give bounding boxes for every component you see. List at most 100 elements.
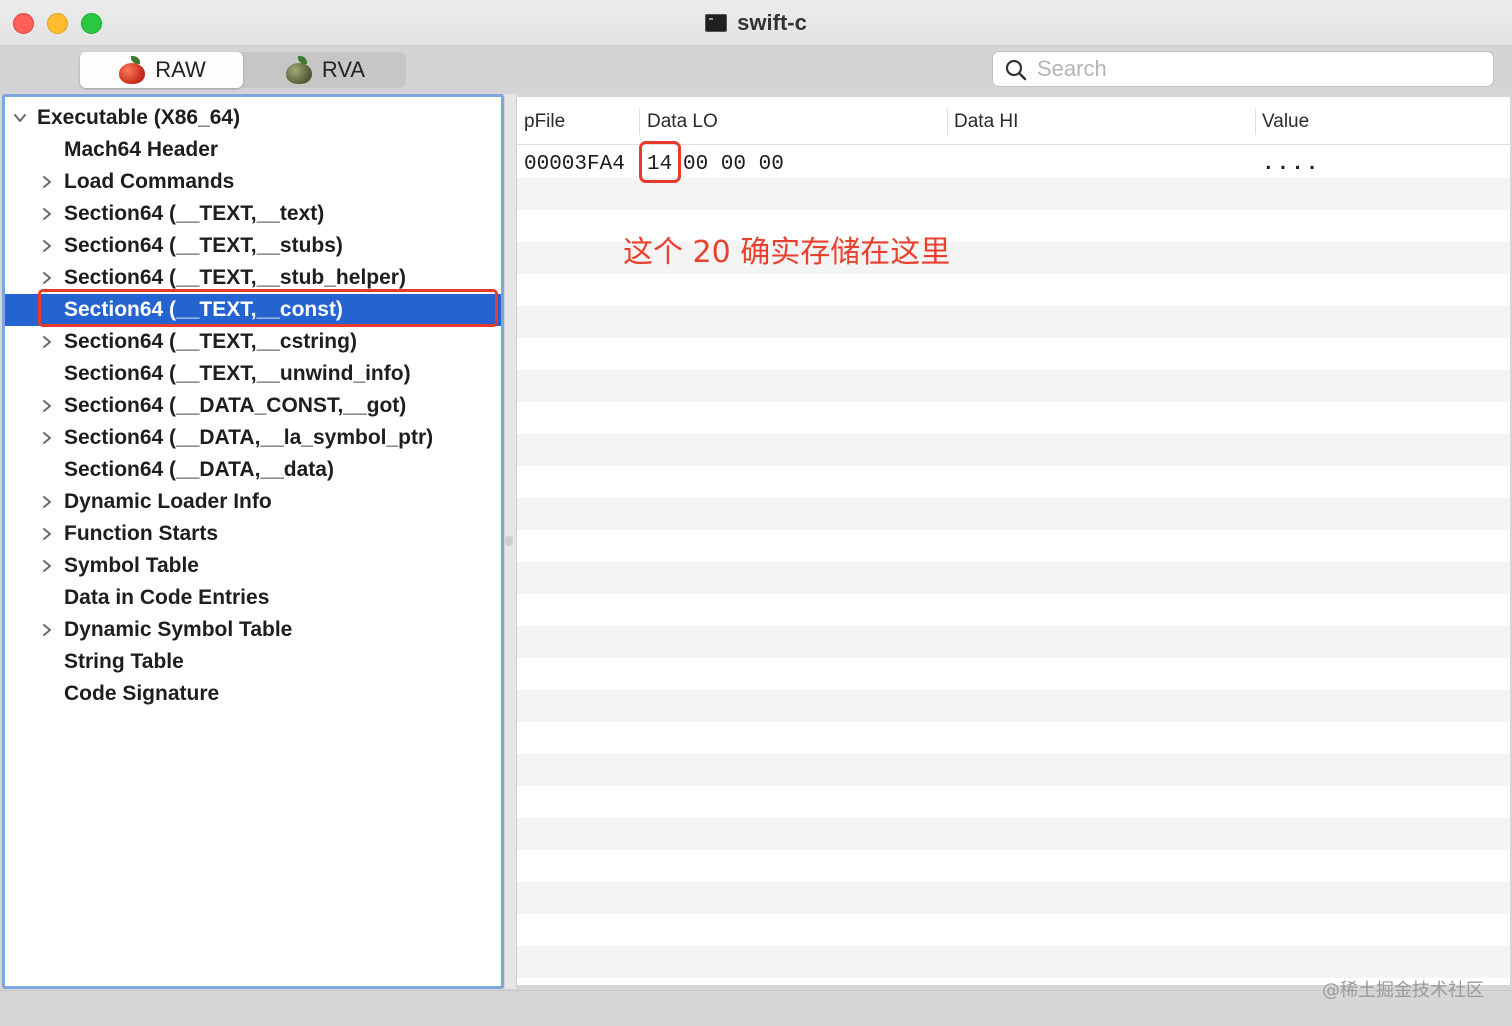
table-stripe-row [517, 914, 1510, 946]
rva-mode-label: RVA [321, 57, 366, 82]
splitter-handle[interactable] [505, 536, 513, 546]
tree-item-label: Dynamic Loader Info [64, 490, 272, 513]
column-header-data-lo[interactable]: Data LO [647, 111, 718, 133]
chevron-right-icon[interactable] [40, 399, 54, 413]
magnifying-glass-icon [1005, 59, 1027, 81]
chevron-right-icon[interactable] [40, 175, 54, 189]
tree-item[interactable]: Dynamic Loader Info [5, 486, 501, 518]
tree-item-label: Section64 (__DATA_CONST,__got) [64, 394, 407, 417]
tree-item[interactable]: Section64 (__DATA,__data) [5, 454, 501, 486]
column-header-value[interactable]: Value [1262, 111, 1309, 133]
tree-item-label: Function Starts [64, 522, 219, 545]
highlight-box-annotation [639, 141, 681, 183]
chevron-right-icon[interactable] [40, 271, 54, 285]
table-stripe-row [517, 786, 1510, 818]
column-separator [1255, 109, 1256, 135]
raw-rva-segmented-control: RAW RVA [80, 52, 406, 88]
table-header: pFile Data LO Data HI Value [517, 97, 1510, 145]
tree-item-label: Section64 (__DATA,__la_symbol_ptr) [64, 426, 434, 449]
tree-item-label: Section64 (__TEXT,__cstring) [64, 330, 357, 353]
red-apple-icon [117, 56, 147, 84]
search-field[interactable] [992, 51, 1494, 87]
green-apple-icon [284, 56, 314, 84]
rva-mode-button[interactable]: RVA [243, 52, 406, 88]
raw-mode-button[interactable]: RAW [80, 52, 243, 88]
status-bar [0, 990, 1512, 1026]
table-stripe-row [517, 882, 1510, 914]
search-input[interactable] [1037, 54, 1477, 84]
tree-item-label: Section64 (__TEXT,__unwind_info) [64, 362, 411, 385]
chevron-right-icon[interactable] [40, 495, 54, 509]
table-stripe-row [517, 498, 1510, 530]
data-lo-remaining-bytes: 00 00 00 [683, 153, 784, 176]
table-stripe-row [517, 274, 1510, 306]
annotation-text: 这个 20 确实存储在这里 [623, 235, 951, 270]
table-stripe-row [517, 946, 1510, 978]
table-stripe-row [517, 690, 1510, 722]
table-stripe-row [517, 306, 1510, 338]
chevron-right-icon[interactable] [40, 239, 54, 253]
tree-item[interactable]: Code Signature [5, 678, 501, 710]
chevron-right-icon[interactable] [40, 623, 54, 637]
chevron-down-icon[interactable] [13, 111, 27, 125]
tree-item-label: Section64 (__TEXT,__stubs) [64, 234, 343, 257]
tree-item-label: Executable (X86_64) [37, 106, 241, 129]
toolbar: RAW RVA [0, 47, 1512, 93]
tree-item[interactable]: Section64 (__TEXT,__cstring) [5, 326, 501, 358]
chevron-right-icon[interactable] [40, 207, 54, 221]
chevron-right-icon[interactable] [40, 335, 54, 349]
table-stripe-row [517, 754, 1510, 786]
chevron-right-icon[interactable] [40, 431, 54, 445]
table-stripe-row [517, 434, 1510, 466]
window-title-group: swift-c [0, 0, 1512, 46]
window-title: swift-c [737, 10, 807, 35]
table-stripe-row [517, 722, 1510, 754]
tree-item[interactable]: Section64 (__TEXT,__stubs) [5, 230, 501, 262]
table-stripe-row [517, 530, 1510, 562]
tree-item-label: String Table [64, 650, 184, 673]
tree-item[interactable]: String Table [5, 646, 501, 678]
tree-item[interactable]: Symbol Table [5, 550, 501, 582]
table-stripe-row [517, 850, 1510, 882]
table-stripe-row [517, 562, 1510, 594]
value-cell: .... [1262, 153, 1321, 176]
raw-mode-label: RAW [155, 57, 206, 82]
table-stripe-row [517, 594, 1510, 626]
table-stripe-row [517, 466, 1510, 498]
selected-item-highlight-box [38, 289, 498, 327]
title-bar: swift-c [0, 0, 1512, 46]
tree-item[interactable]: Mach64 Header [5, 134, 501, 166]
tree-item[interactable]: Section64 (__DATA,__la_symbol_ptr) [5, 422, 501, 454]
tree-item[interactable]: Dynamic Symbol Table [5, 614, 501, 646]
tree-item-label: Code Signature [64, 682, 220, 705]
mach-o-structure-tree: Executable (X86_64) Mach64 Header Load Com… [2, 94, 504, 989]
column-header-data-hi[interactable]: Data HI [954, 111, 1018, 133]
column-separator [639, 109, 640, 135]
tree-item[interactable]: Load Commands [5, 166, 501, 198]
table-stripe-row [517, 402, 1510, 434]
hex-data-table: pFile Data LO Data HI Value 00003FA4 14 … [516, 97, 1510, 985]
table-stripe-row [517, 658, 1510, 690]
tree-item[interactable]: Function Starts [5, 518, 501, 550]
tree-item[interactable]: Section64 (__TEXT,__unwind_info) [5, 358, 501, 390]
chevron-right-icon[interactable] [40, 527, 54, 541]
tree-item[interactable]: Section64 (__TEXT,__text) [5, 198, 501, 230]
tree-item-label: Load Commands [64, 170, 235, 193]
tree-item[interactable]: Data in Code Entries [5, 582, 501, 614]
pfile-cell: 00003FA4 [524, 153, 625, 176]
tree-item[interactable]: Executable (X86_64) [5, 102, 501, 134]
chevron-right-icon[interactable] [40, 559, 54, 573]
table-stripe-row [517, 338, 1510, 370]
tree-item-label: Dynamic Symbol Table [64, 618, 293, 641]
tree-item-label: Section64 (__DATA,__data) [64, 458, 334, 481]
tree-item-label: Data in Code Entries [64, 586, 270, 609]
tree-item[interactable]: Section64 (__DATA_CONST,__got) [5, 390, 501, 422]
table-stripe-row [517, 370, 1510, 402]
table-stripe-row [517, 818, 1510, 850]
tree-item-label: Symbol Table [64, 554, 199, 577]
column-header-pfile[interactable]: pFile [524, 111, 565, 133]
tree-item-label: Mach64 Header [64, 138, 219, 161]
tree-item-label: Section64 (__TEXT,__stub_helper) [64, 266, 406, 289]
column-separator [947, 109, 948, 135]
watermark: @稀土掘金技术社区 [1322, 980, 1484, 1001]
